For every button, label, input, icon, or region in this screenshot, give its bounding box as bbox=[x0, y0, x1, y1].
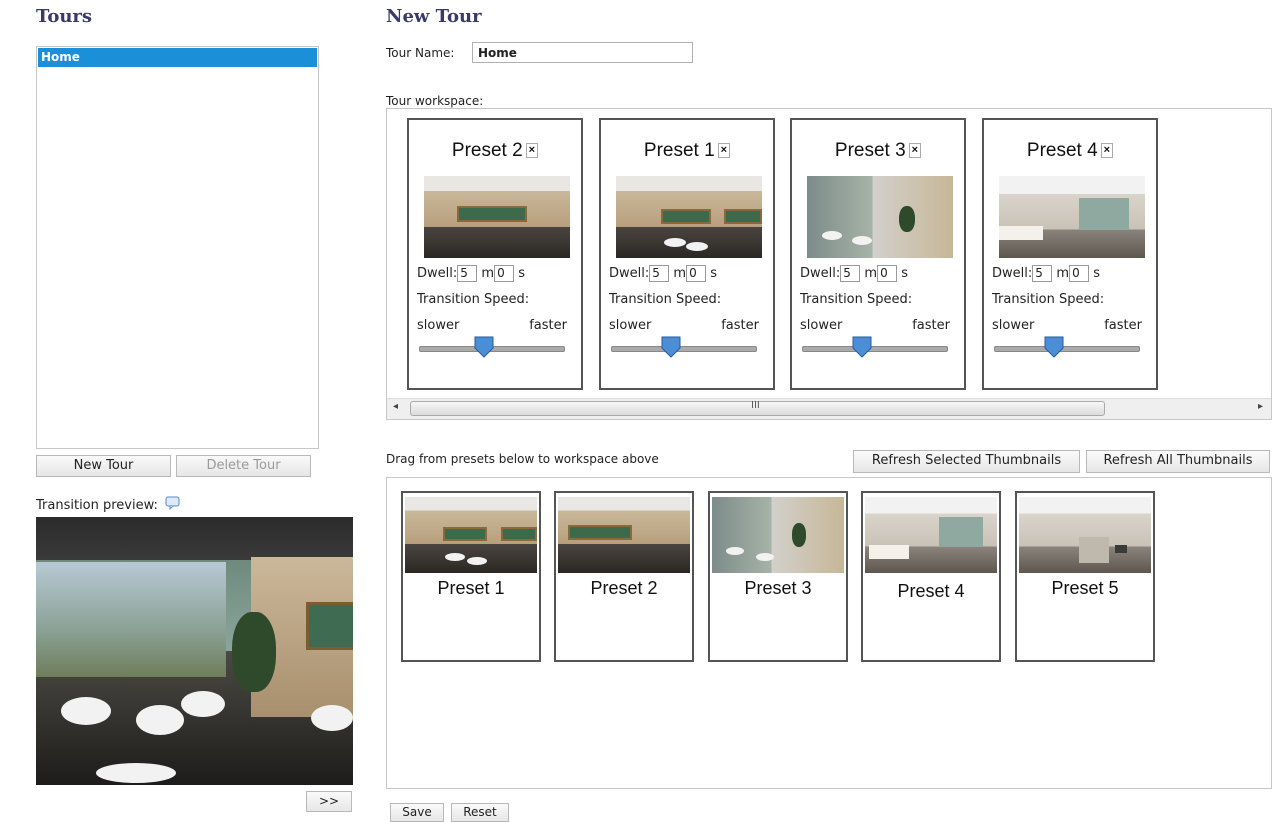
preset-thumbnail bbox=[1019, 497, 1151, 573]
dwell-seconds-input[interactable]: 0 bbox=[494, 265, 515, 282]
drag-hint: Drag from presets below to workspace abo… bbox=[386, 452, 659, 466]
preset-label: Preset 1 bbox=[437, 578, 505, 598]
preset-tile-2[interactable]: Preset 2 bbox=[554, 491, 694, 662]
save-button[interactable]: Save bbox=[390, 803, 444, 822]
close-icon[interactable]: × bbox=[1100, 143, 1114, 158]
workspace-card-preset-2[interactable]: Preset 2 × Dwell: 5 m0 s Transition Speed:… bbox=[407, 118, 583, 390]
transition-speed-label: Transition Speed: bbox=[800, 292, 913, 307]
speed-slider-track[interactable] bbox=[802, 346, 948, 352]
tour-name-input[interactable]: Home bbox=[472, 42, 693, 63]
close-icon[interactable]: × bbox=[717, 143, 731, 158]
workspace-card-preset-1[interactable]: Preset 1 × Dwell: 5 m0 s Transition Speed:… bbox=[599, 118, 775, 390]
dwell-minutes-input[interactable]: 5 bbox=[840, 265, 861, 282]
slower-label: slower bbox=[800, 318, 843, 333]
preset-tile-1[interactable]: Preset 1 bbox=[401, 491, 541, 662]
faster-label: faster bbox=[1104, 318, 1142, 333]
refresh-selected-thumbnails-button[interactable]: Refresh Selected Thumbnails bbox=[853, 450, 1080, 473]
card-title: Preset 3 bbox=[834, 140, 906, 161]
preset-label: Preset 3 bbox=[744, 578, 812, 598]
preset-thumbnail bbox=[807, 176, 953, 258]
dwell-minutes-input[interactable]: 5 bbox=[649, 265, 670, 282]
transition-speed-label: Transition Speed: bbox=[609, 292, 722, 307]
preset-thumbnail bbox=[558, 497, 690, 573]
reset-button[interactable]: Reset bbox=[451, 803, 509, 822]
card-title: Preset 2 bbox=[451, 140, 523, 161]
dwell-seconds-input[interactable]: 0 bbox=[1069, 265, 1090, 282]
slower-label: slower bbox=[609, 318, 652, 333]
preset-thumbnail bbox=[424, 176, 570, 258]
speed-slider-track[interactable] bbox=[611, 346, 757, 352]
close-icon[interactable]: × bbox=[908, 143, 922, 158]
tour-workspace-label: Tour workspace: bbox=[386, 94, 484, 108]
dwell-minutes-input[interactable]: 5 bbox=[1032, 265, 1053, 282]
slower-label: slower bbox=[417, 318, 460, 333]
slider-knob-icon[interactable] bbox=[661, 336, 681, 358]
refresh-all-thumbnails-button[interactable]: Refresh All Thumbnails bbox=[1086, 450, 1270, 473]
new-tour-button[interactable]: New Tour bbox=[36, 455, 171, 477]
dwell-seconds-input[interactable]: 0 bbox=[686, 265, 707, 282]
workspace-card-preset-3[interactable]: Preset 3 × Dwell: 5 m0 s Transition Speed:… bbox=[790, 118, 966, 390]
faster-label: faster bbox=[912, 318, 950, 333]
tours-list[interactable]: Home bbox=[36, 46, 319, 449]
dwell-minutes-input[interactable]: 5 bbox=[457, 265, 478, 282]
transition-speed-label: Transition Speed: bbox=[417, 292, 530, 307]
workspace-card-preset-4[interactable]: Preset 4 × Dwell: 5 m0 s Transition Speed:… bbox=[982, 118, 1158, 390]
preset-label: Preset 5 bbox=[1051, 578, 1119, 598]
card-title: Preset 4 bbox=[1026, 140, 1098, 161]
slider-knob-icon[interactable] bbox=[1044, 336, 1064, 358]
speech-bubble-icon[interactable] bbox=[165, 496, 181, 511]
transition-preview-label: Transition preview: bbox=[36, 496, 181, 513]
new-tour-heading: New Tour bbox=[386, 6, 482, 27]
faster-label: faster bbox=[529, 318, 567, 333]
close-icon[interactable]: × bbox=[525, 143, 539, 158]
preset-thumbnail bbox=[865, 497, 997, 573]
preset-tile-5[interactable]: Preset 5 bbox=[1015, 491, 1155, 662]
tour-item-home[interactable]: Home bbox=[38, 48, 317, 67]
preset-thumbnail bbox=[999, 176, 1145, 258]
slider-knob-icon[interactable] bbox=[852, 336, 872, 358]
scrollbar-thumb[interactable]: III bbox=[410, 400, 1105, 416]
preset-label: Preset 2 bbox=[590, 578, 658, 598]
preset-thumbnail bbox=[405, 497, 537, 573]
next-preview-button[interactable]: >> bbox=[306, 791, 352, 812]
card-title: Preset 1 bbox=[643, 140, 715, 161]
speed-slider-track[interactable] bbox=[994, 346, 1140, 352]
delete-tour-button[interactable]: Delete Tour bbox=[176, 455, 311, 477]
tours-heading: Tours bbox=[36, 6, 93, 27]
faster-label: faster bbox=[721, 318, 759, 333]
preset-tile-3[interactable]: Preset 3 bbox=[708, 491, 848, 662]
preset-label: Preset 4 bbox=[897, 581, 965, 601]
scroll-left-arrow-icon[interactable]: ◂ bbox=[393, 401, 398, 412]
workspace-scrollbar[interactable]: ◂ III ▸ bbox=[387, 398, 1271, 419]
scroll-right-arrow-icon[interactable]: ▸ bbox=[1258, 401, 1263, 412]
preset-thumbnail bbox=[712, 497, 844, 573]
transition-speed-label: Transition Speed: bbox=[992, 292, 1105, 307]
slower-label: slower bbox=[992, 318, 1035, 333]
tour-name-label: Tour Name: bbox=[386, 46, 455, 60]
preset-tile-4[interactable]: Preset 4 bbox=[861, 491, 1001, 662]
slider-knob-icon[interactable] bbox=[474, 336, 494, 358]
transition-preview-image bbox=[36, 517, 353, 785]
dwell-seconds-input[interactable]: 0 bbox=[877, 265, 898, 282]
preset-thumbnail bbox=[616, 176, 762, 258]
